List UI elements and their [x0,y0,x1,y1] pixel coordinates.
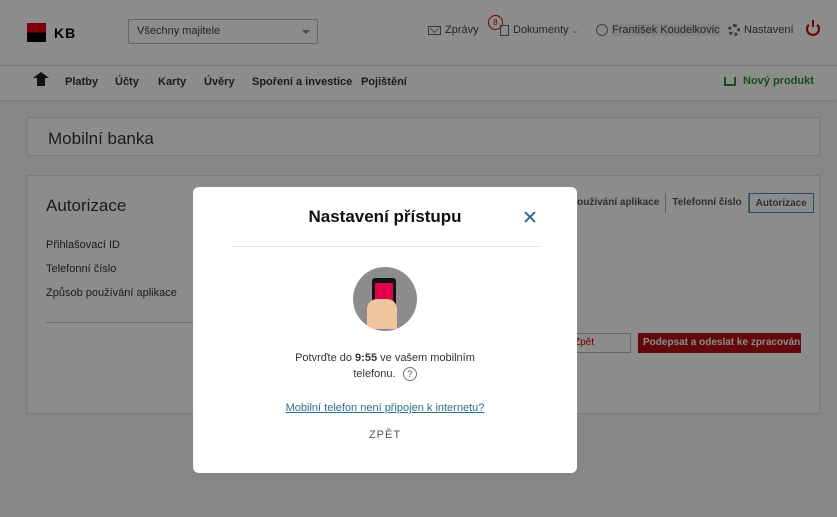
close-icon[interactable] [523,210,537,224]
confirm-text-prefix: Potvrďte do [295,352,352,364]
confirm-time: 9:55 [355,352,378,364]
confirm-instructions: Potvrďte do 9:55 ve vašem mobilním telef… [283,350,487,382]
phone-authorization-icon [353,267,417,331]
help-icon[interactable]: ? [402,367,417,382]
modal-divider [233,246,539,247]
modal-back-button[interactable]: ZPĚT [193,429,577,441]
modal-title: Nastavení přístupu [308,207,462,226]
phone-offline-link[interactable]: Mobilní telefon není připojen k internet… [193,402,577,414]
hand-icon [367,299,397,329]
access-settings-modal: Nastavení přístupu Potvrďte do 9:55 ve v… [193,187,577,473]
